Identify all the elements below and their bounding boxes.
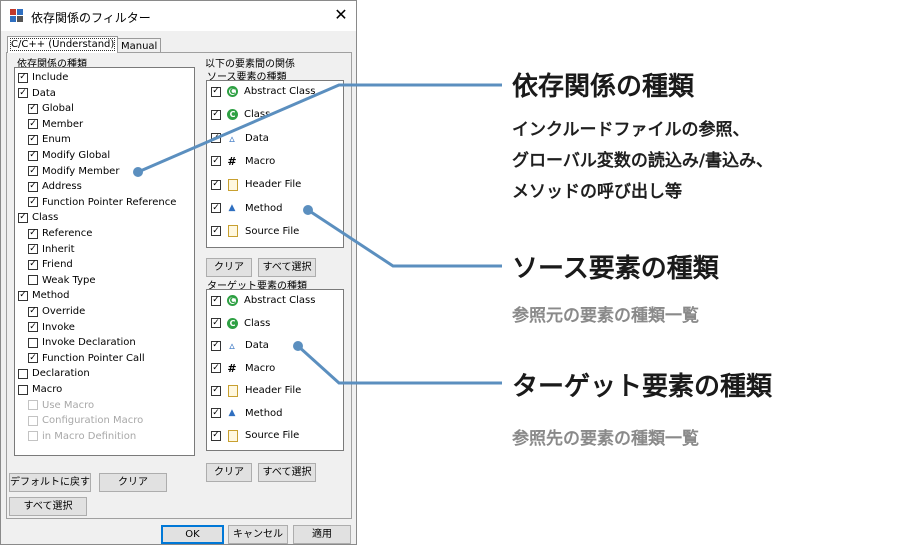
tab-cpp-understand[interactable]: C/C++ (Understand) bbox=[7, 36, 119, 53]
source-callout-dot bbox=[303, 205, 313, 215]
source-callout-line bbox=[307, 208, 502, 268]
source-callout-title: ソース要素の種類 bbox=[512, 254, 719, 284]
dep-callout-desc-1: インクルードファイルの参照、 bbox=[512, 120, 750, 140]
dep-callout-line bbox=[137, 83, 502, 174]
target-callout-desc: 参照先の要素の種類一覧 bbox=[512, 429, 699, 449]
dep-callout-desc-3: メソッドの呼び出し等 bbox=[512, 182, 682, 202]
source-callout-desc: 参照元の要素の種類一覧 bbox=[512, 306, 699, 326]
dep-callout-desc-2: グローバル変数の読込み/書込み、 bbox=[512, 151, 774, 171]
tab-label: C/C++ (Understand) bbox=[9, 38, 116, 51]
dep-callout-dot bbox=[133, 167, 143, 177]
target-callout-title: ターゲット要素の種類 bbox=[512, 372, 773, 402]
target-callout-dot bbox=[293, 341, 303, 351]
dep-callout-title: 依存関係の種類 bbox=[512, 72, 695, 102]
target-callout-line bbox=[296, 344, 502, 385]
callout-lines bbox=[133, 83, 502, 385]
